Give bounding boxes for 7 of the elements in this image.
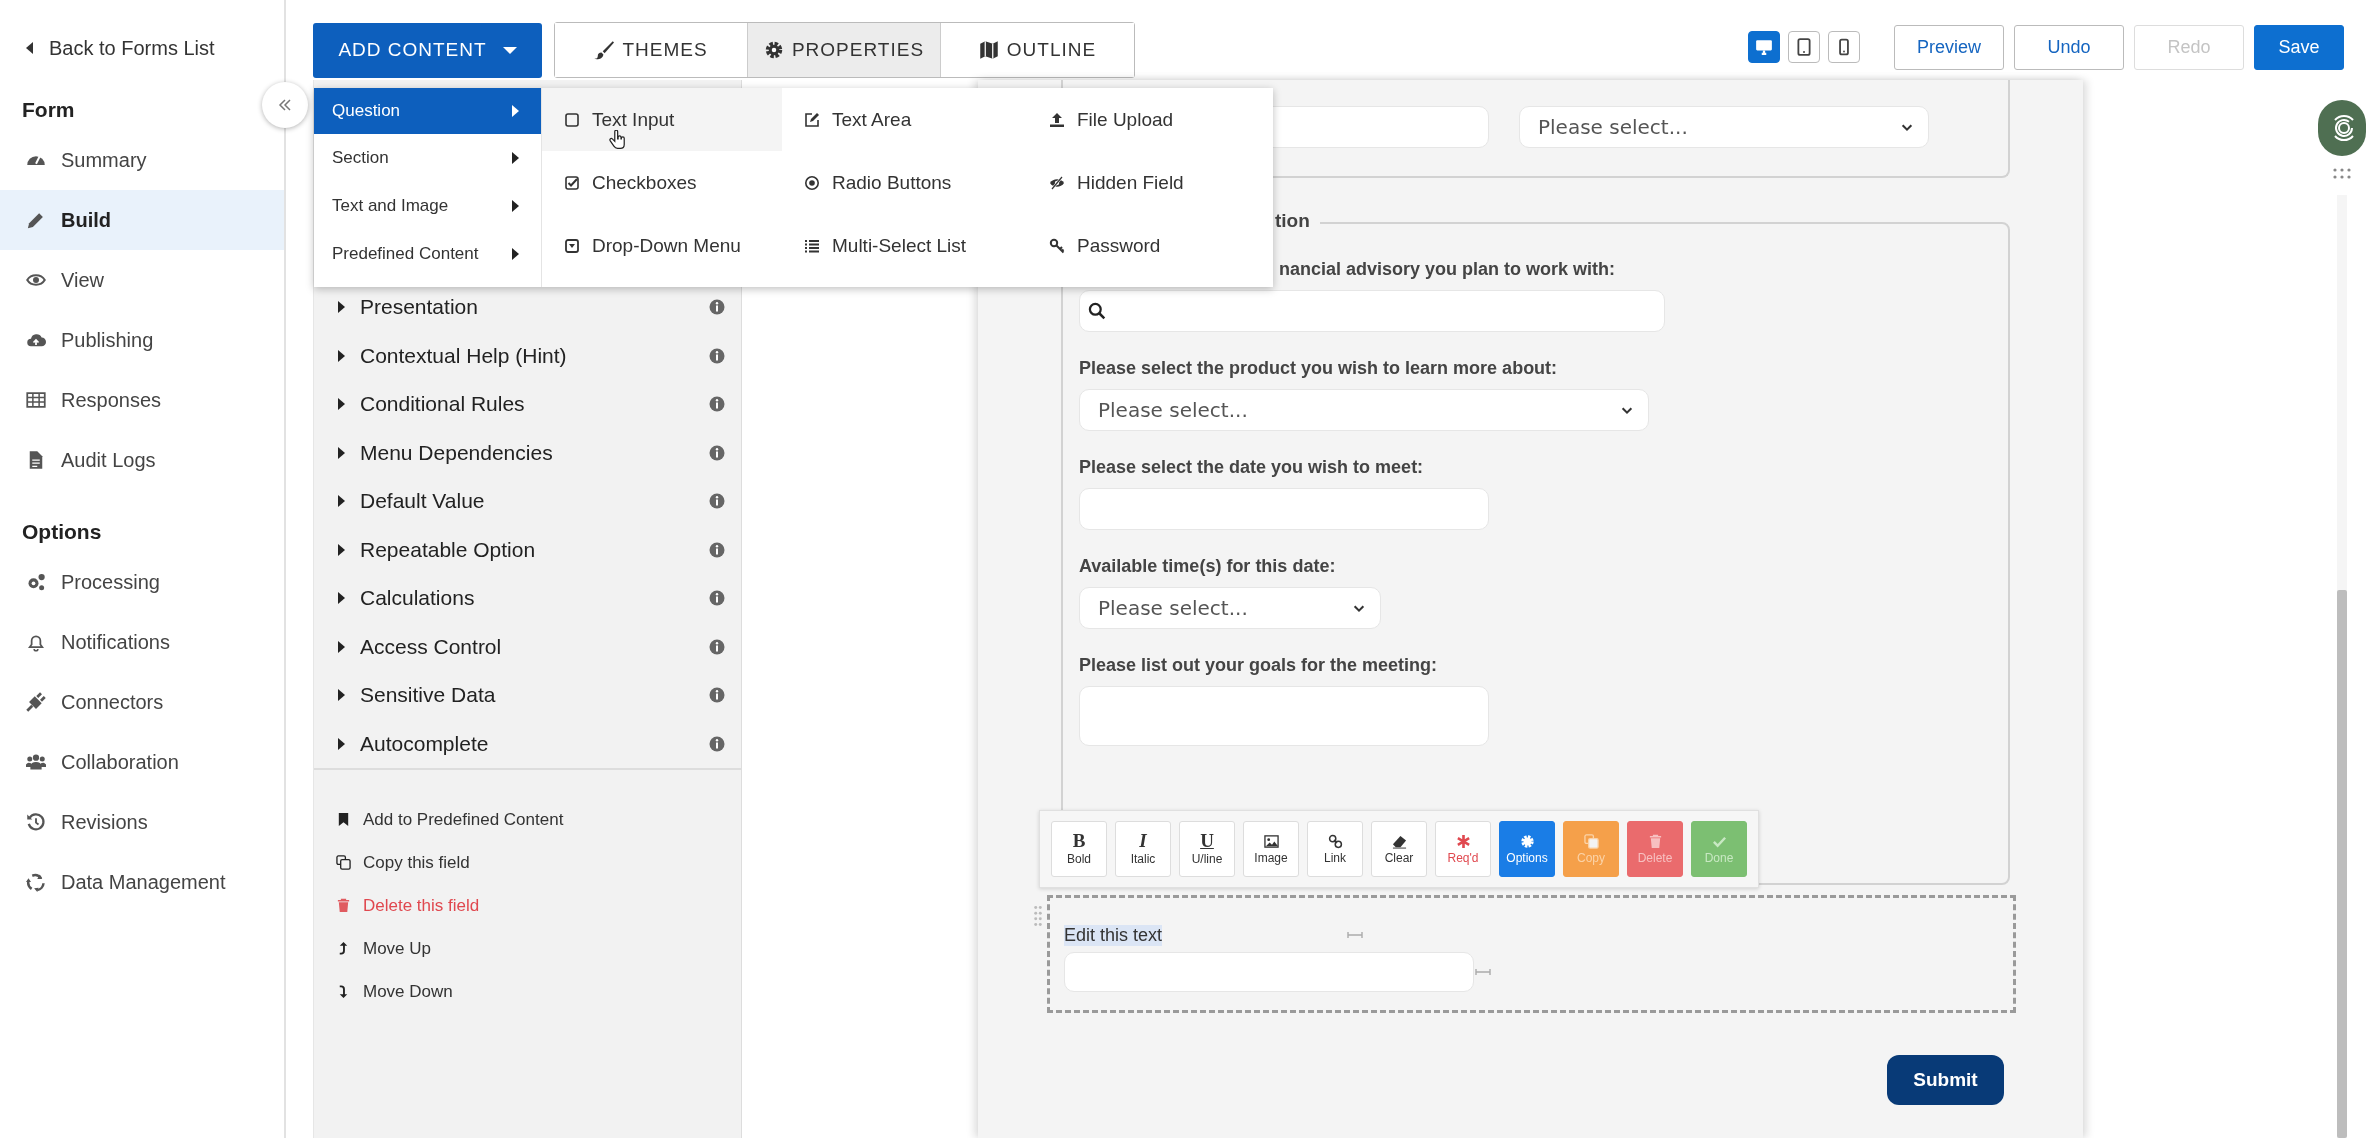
field-label: Available time(s) for this date:: [1079, 556, 1337, 577]
field-label: nancial advisory you plan to work with:: [1278, 259, 1617, 280]
field-label: Please list out your goals for the meeting:: [1079, 655, 1439, 676]
section-heading: Form: [21, 98, 75, 122]
section-heading: Options: [21, 520, 102, 544]
field-label: Please select the date you wish to meet:: [1079, 457, 1425, 478]
field-label: Please select the product you wish to learn more about:: [1079, 358, 1559, 379]
